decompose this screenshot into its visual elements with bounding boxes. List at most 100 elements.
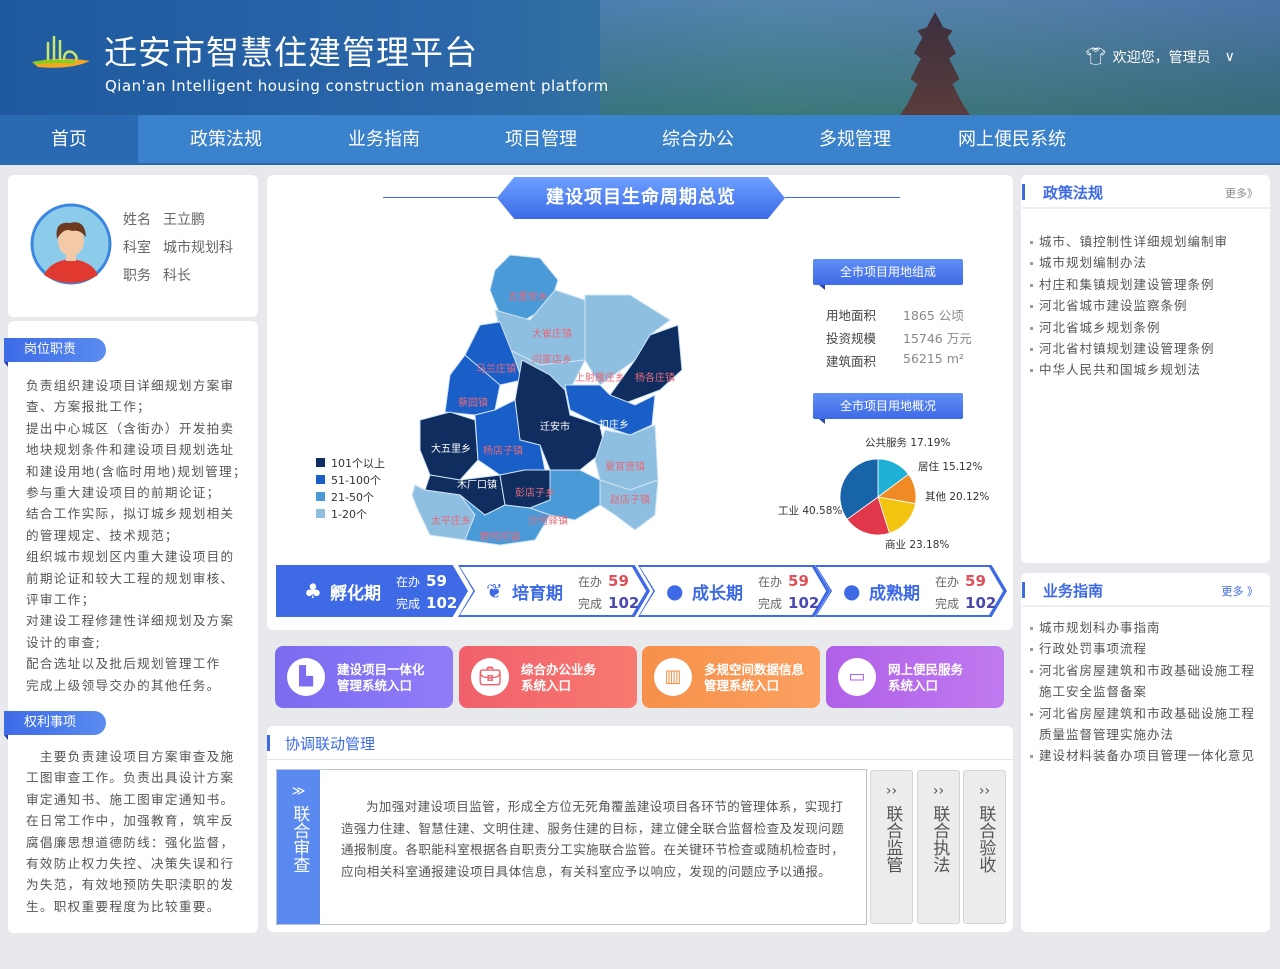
chevron-right-icon: ›› [932,783,945,799]
pie-label: 工业 40.58% [778,505,842,517]
composition-tag: 全市项目用地组成 [813,259,963,290]
stat-investment: 投资规模 15746 万元 [826,331,972,346]
lifecycle-title: 建设项目生命周期总览 [497,177,785,219]
map-label: 夏官营镇 [605,460,645,473]
map-label: 彭店子乡 [515,486,555,499]
tab-joint-supervision[interactable]: ›› 联合监管 [870,770,913,924]
stage-maturity[interactable]: ● 成熟期 在办 59 完成 102 [815,565,1007,617]
profile-name: 姓名 王立鹏 [123,212,205,228]
map-label: 太平庄乡 [431,514,471,527]
entry-office-system[interactable]: 💼︎ 综合办公业务 系统入口 [459,646,637,708]
leaves-icon: ♣ [304,579,322,603]
rights-text: 主要负责建设项目方案审查及施工图审查工作。负责出具设计方案审定通知书、施工图审定… [26,749,235,914]
logo-icon [32,36,90,68]
guide-list: 城市规划科办事指南 行政处罚事项流程 河北省房屋建筑和市政基础设施工程施工安全监督备… [1030,617,1262,767]
map-label: 杨店子镇 [483,444,523,457]
list-item[interactable]: 河北省房屋建筑和市政基础设施工程施工安全监督备案 [1030,660,1262,703]
stat-land-area: 用地面积 1865 公顷 [826,308,964,323]
pie-label: 公共服务 17.19% [865,436,950,449]
map-region[interactable] [594,424,659,491]
nav-home[interactable]: 首页 [0,115,138,165]
sprout-icon: ❦ [486,579,503,603]
app-subtitle: Qian'an Intelligent housing construction… [105,77,609,95]
list-item[interactable]: 村庄和集镇规划建设管理条例 [1030,274,1270,295]
avatar [30,203,112,285]
map-label: 杨各庄镇 [635,371,675,384]
legend-item: 1-20个 [331,508,367,521]
nav-guide[interactable]: 业务指南 [309,115,459,165]
list-item[interactable]: 中华人民共和国城乡规划法 [1030,359,1270,380]
map-label: 闫家店乡 [532,353,572,366]
entry-public-service-system[interactable]: ▭ 网上便民服务 系统入口 [826,646,1004,708]
map-label: 马兰庄镇 [476,362,516,375]
map-label: 沙河驿镇 [528,514,568,527]
entry-spatial-data-system[interactable]: ▥ 多规空间数据信息 管理系统入口 [642,646,820,708]
list-item[interactable]: 河北省城乡规划条例 [1030,317,1270,338]
land-use-pie-chart: 公共服务 17.19% 居住 15.12% 其他 20.12% 商业 23.18% 工业… [778,436,989,551]
guide-more-link[interactable]: 更多 》 [1222,583,1259,599]
list-item[interactable]: 建设材料装备办项目管理一体化意见 [1030,745,1262,766]
nav-policy[interactable]: 政策法规 [151,115,301,165]
coordination-text: 为加强对建设项目监管，形成全方位无死角覆盖建设项目各环节的管理体系，实现打造强力… [341,799,845,879]
legend-item: 101个以上 [331,457,385,470]
user-menu[interactable]: 👕︎ 欢迎您，管理员 ∨ [1085,47,1235,67]
nav-projects[interactable]: 项目管理 [466,115,616,165]
section-bar [267,735,270,751]
duties-text: 负责组织建设项目详细规划方案审查、方案报批工作； 提出中心城区（含街办）开发拍卖… [26,378,247,693]
building-icon: ▙ [287,658,325,696]
stage-incubation[interactable]: ♣ 孵化期 在办 59 完成 102 [276,565,468,617]
guide-header: 业务指南 更多 》 [1022,573,1270,607]
policy-list: 城市、镇控制性详细规划编制审 城市规划编制办法 村庄和集镇规划建设管理条例 河北省城市… [1030,231,1270,381]
map-label: 扣庄乡 [599,418,629,431]
map-label: 蔡园镇 [458,396,488,409]
district-map: 五重安乡 大崔庄镇 闫家店乡 上射雁庄乡 杨各庄镇 马兰庄镇 蔡园镇 迁安市 扣… [316,254,683,546]
list-item[interactable]: 河北省村镇规划建设管理条例 [1030,338,1270,359]
monitor-icon: ▭ [838,658,876,696]
chevron-right-icon: ›› [978,783,991,799]
list-item[interactable]: 行政处罚事项流程 [1030,638,1262,659]
stat-building-area: 建筑面积 56215 m² [826,351,964,369]
entry-project-system[interactable]: ▙ 建设项目一体化 管理系统入口 [275,646,453,708]
tab-joint-acceptance[interactable]: ›› 联合验收 [963,770,1006,924]
map-label: 野鸡坨镇 [480,530,520,543]
profile-title: 职务 科长 [123,268,191,284]
profile-dept: 科室 城市规划科 [123,240,233,256]
map-label: 大五里乡 [431,442,471,455]
policy-header: 政策法规 更多》 [1022,175,1270,209]
header-banner: 迁安市智慧住建管理平台 Qian'an Intelligent housing … [0,0,1280,115]
main-nav: 首页 政策法规 业务指南 项目管理 综合办公 多规管理 网上便民系统 [0,115,1280,165]
list-item[interactable]: 城市规划编制办法 [1030,252,1270,273]
list-item[interactable]: 城市规划科办事指南 [1030,617,1262,638]
apple-icon: ● [843,579,861,603]
stage-growth[interactable]: ● 成长期 在办 59 完成 102 [638,565,830,617]
pie-label: 居住 15.12% [918,460,982,473]
tab-joint-enforcement[interactable]: ›› 联合执法 [917,770,960,924]
app-title: 迁安市智慧住建管理平台 [104,33,478,72]
map-label: 上射雁庄乡 [575,371,625,384]
stage-cultivation[interactable]: ❦ 培育期 在办 59 完成 102 [458,565,650,617]
list-item[interactable]: 河北省城市建设监察条例 [1030,295,1270,316]
policy-more-link[interactable]: 更多》 [1225,185,1258,201]
list-item[interactable]: 河北省房屋建筑和市政基础设施工程质量监督管理实施办法 [1030,703,1262,746]
profile-card: 姓名 王立鹏 科室 城市规划科 职务 科长 [8,175,258,317]
nav-public-service[interactable]: 网上便民系统 [937,115,1087,165]
chevron-down-icon: ∨ [1224,49,1235,65]
map-label: 迁安市 [540,420,570,433]
map-label: 大崔庄镇 [532,327,572,340]
map-label: 五重安乡 [508,290,548,303]
list-item[interactable]: 城市、镇控制性详细规划编制审 [1030,231,1270,252]
divider [267,759,1013,760]
legend-item: 21-50个 [331,491,374,504]
briefcase-icon: 💼︎ [471,658,509,696]
pie-label: 其他 20.12% [925,490,989,503]
coordination-title: 协调联动管理 [285,735,376,753]
title-line-left [383,197,497,198]
nav-office[interactable]: 综合办公 [623,115,773,165]
nav-multiplan[interactable]: 多规管理 [780,115,930,165]
chevron-right-icon: ›› [885,783,898,799]
pie-label: 商业 23.18% [885,538,949,551]
legend-item: 51-100个 [331,474,381,487]
tab-joint-review[interactable]: ≫ 联合审查 [277,770,320,924]
coordination-panel: ≫ 联合审查 为加强对建设项目监管，形成全方位无死角覆盖建设项目各环节的管理体系… [276,769,867,925]
overview-tag: 全市项目用地概况 [813,393,963,424]
